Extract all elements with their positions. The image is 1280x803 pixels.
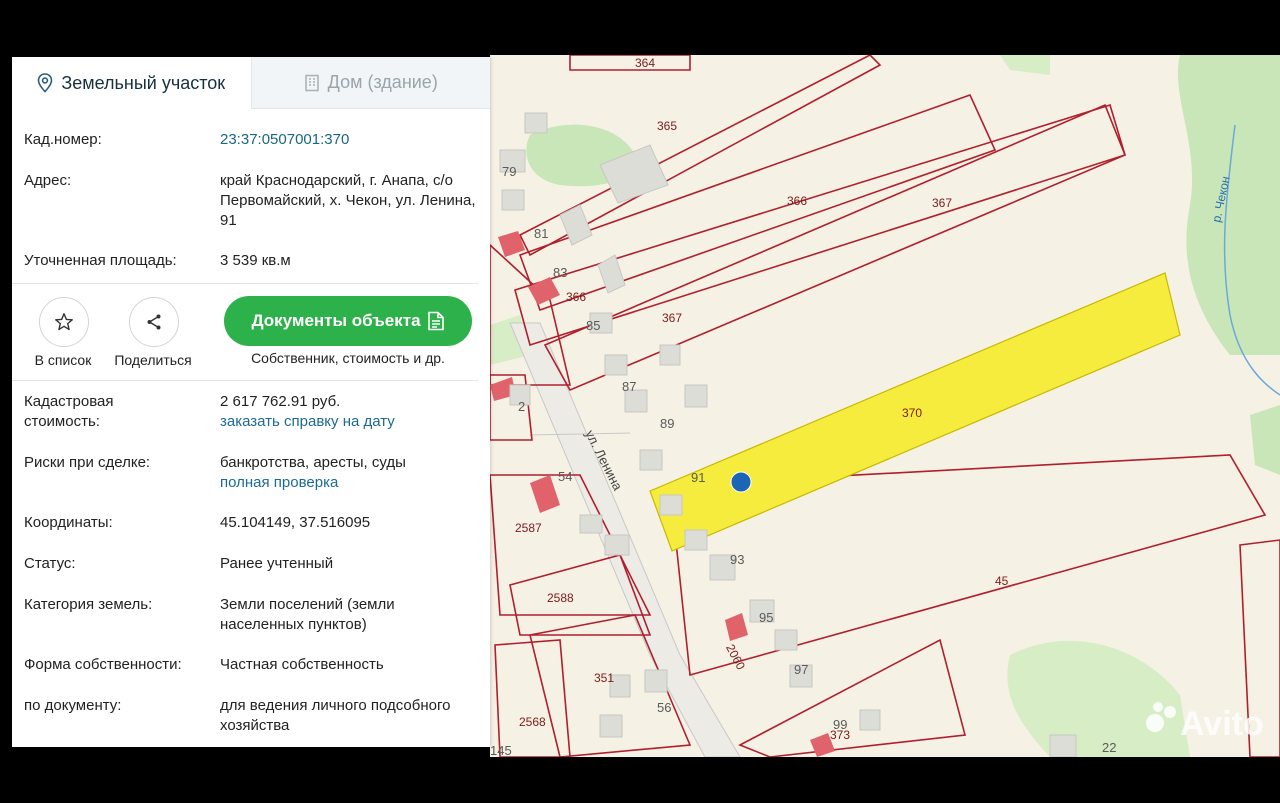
category-label: Категория земель:	[24, 596, 153, 613]
plot-label: 364	[635, 56, 655, 70]
house-number: 54	[558, 469, 572, 484]
tab-land-plot-label: Земельный участок	[61, 72, 226, 93]
map-pin-icon	[38, 73, 53, 93]
full-check-link[interactable]: полная проверка	[220, 473, 480, 493]
tab-land-plot[interactable]: Земельный участок	[12, 57, 251, 109]
ownership-value: Частная собственность	[220, 656, 384, 673]
plot-label: 351	[594, 671, 614, 685]
plot-label: 367	[662, 311, 682, 325]
house-number: 99	[833, 717, 847, 732]
tab-bar: Земельный участок Дом (здание)	[12, 57, 490, 109]
document-purpose-value: для ведения личного подсобного хозяйства	[220, 697, 451, 734]
house-number: 22	[1102, 740, 1116, 755]
house-number: 83	[553, 265, 567, 280]
plot-label: 2568	[519, 715, 546, 729]
plot-label: 2060	[723, 642, 748, 672]
plot-label: 366	[787, 194, 807, 208]
object-documents-button[interactable]: Документы объекта	[224, 296, 472, 346]
divider	[12, 283, 478, 284]
house-number: 89	[660, 416, 674, 431]
location-pin-icon[interactable]	[730, 471, 752, 493]
cost-value-block: 2 617 762.91 руб. заказать справку на да…	[220, 392, 480, 432]
house-number: 95	[759, 610, 773, 625]
cad-number-label: Кад.номер:	[24, 131, 102, 148]
divider	[12, 380, 478, 381]
status-label: Статус:	[24, 555, 76, 572]
house-number: 85	[586, 318, 600, 333]
plot-label: 365	[657, 119, 677, 133]
category-value: Земли поселений (земли населенных пункто…	[220, 596, 395, 633]
house-number: 91	[691, 470, 705, 485]
document-purpose-label: по документу:	[24, 697, 122, 714]
risks-value: банкротства, аресты, суды	[220, 454, 406, 471]
add-to-list-button[interactable]	[39, 297, 89, 347]
watermark-text: Avito	[1180, 705, 1264, 743]
order-certificate-link[interactable]: заказать справку на дату	[220, 412, 480, 432]
house-number: 2	[518, 399, 525, 414]
share-label: Поделиться	[114, 352, 192, 368]
plot-label-selected: 370	[902, 406, 922, 420]
area-label: Уточненная площадь:	[24, 252, 177, 269]
screenshot: 364 365 366 367 366 367 370 45 2587 2588…	[0, 0, 1280, 803]
coordinates-label: Координаты:	[24, 514, 113, 531]
plot-info-panel: Земельный участок Дом (здание) Кад.номер…	[12, 57, 490, 747]
object-documents-label: Документы объекта	[251, 311, 421, 330]
cost-label: Кадастровая стоимость:	[24, 393, 114, 430]
house-number: 81	[534, 226, 548, 241]
plot-label: 366	[566, 290, 586, 304]
address-label: Адрес:	[24, 172, 72, 189]
cost-value: 2 617 762.91 руб.	[220, 393, 341, 410]
ownership-label: Форма собственности:	[24, 656, 182, 673]
plot-label: 45	[995, 574, 1009, 588]
tab-house-label: Дом (здание)	[327, 72, 438, 92]
share-icon	[147, 314, 161, 330]
plot-label: 367	[932, 196, 952, 210]
house-number: 97	[794, 662, 808, 677]
plot-label: 2588	[547, 591, 574, 605]
house-number: 145	[490, 743, 512, 757]
tab-house[interactable]: Дом (здание)	[250, 57, 490, 109]
document-icon	[427, 311, 444, 331]
risks-value-block: банкротства, аресты, суды полная проверк…	[220, 453, 480, 493]
coordinates-value: 45.104149, 37.516095	[220, 514, 371, 531]
building-icon	[304, 74, 319, 91]
add-to-list-label: В список	[34, 352, 92, 368]
risks-label: Риски при сделке:	[24, 454, 151, 471]
status-value: Ранее учтенный	[220, 555, 334, 572]
star-icon	[55, 313, 73, 331]
house-number: 79	[502, 164, 516, 179]
object-documents-caption: Собственник, стоимость и др.	[251, 350, 445, 366]
cadastral-map[interactable]: 364 365 366 367 366 367 370 45 2587 2588…	[490, 55, 1280, 757]
cad-number-link[interactable]: 23:37:0507001:370	[220, 130, 480, 150]
house-number: 87	[622, 379, 636, 394]
house-number: 93	[730, 552, 744, 567]
area-value: 3 539 кв.м	[220, 252, 291, 269]
share-button[interactable]	[129, 297, 179, 347]
address-value: край Краснодарский, г. Анапа, с/о Первом…	[220, 172, 476, 229]
house-number: 56	[657, 700, 671, 715]
plot-label: 2587	[515, 521, 542, 535]
